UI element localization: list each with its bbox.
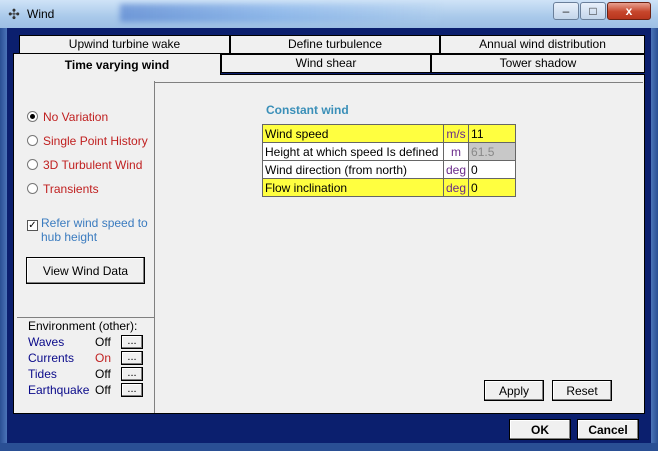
env-earthquake-label: Earthquake <box>28 383 90 397</box>
flow-inclination-input[interactable]: 0 <box>468 178 517 197</box>
refer-hub-height-checkbox[interactable]: ✓ <box>27 220 38 231</box>
wind-speed-label: Wind speed <box>262 124 444 143</box>
table-row: Height at which speed Is defined m 61.5 <box>262 142 517 161</box>
tab-tower-shadow[interactable]: Tower shadow <box>431 54 645 73</box>
apply-button[interactable]: Apply <box>484 380 544 401</box>
wind-speed-input[interactable]: 11 <box>468 124 517 143</box>
env-currents-button[interactable]: ... <box>121 351 143 365</box>
reset-button[interactable]: Reset <box>552 380 612 401</box>
radio-label: No Variation <box>43 110 109 124</box>
window-frame-left <box>0 28 7 451</box>
radio-single-point-history[interactable]: Single Point History <box>27 133 148 149</box>
minimize-button[interactable]: – <box>553 2 579 20</box>
refer-hub-height-label: Refer wind speed to hub height <box>41 216 148 244</box>
title-bar-background <box>120 4 440 22</box>
cancel-button[interactable]: Cancel <box>577 419 639 440</box>
ok-button[interactable]: OK <box>509 419 571 440</box>
radio-label: Single Point History <box>43 134 148 148</box>
radio-no-variation[interactable]: No Variation <box>27 109 108 125</box>
radio-icon[interactable] <box>27 159 38 170</box>
radio-label: Transients <box>43 182 99 196</box>
flow-inclination-unit: deg <box>442 178 470 197</box>
constant-wind-table: Wind speed m/s 11 Height at which speed … <box>262 124 517 197</box>
env-currents-value: On <box>95 351 112 365</box>
table-row: Wind direction (from north) deg 0 <box>262 160 517 179</box>
radio-icon[interactable] <box>27 183 38 194</box>
window-frame-right <box>651 28 658 451</box>
env-tides-label: Tides <box>28 367 57 381</box>
flow-inclination-label: Flow inclination <box>262 178 444 197</box>
close-button[interactable]: x <box>607 2 651 20</box>
reference-height-input: 61.5 <box>468 142 517 161</box>
wind-direction-unit: deg <box>442 160 470 179</box>
tab-annual-wind-distribution[interactable]: Annual wind distribution <box>440 35 645 54</box>
tab-define-turbulence[interactable]: Define turbulence <box>230 35 440 54</box>
radio-selected-icon[interactable] <box>27 111 38 122</box>
radio-transients[interactable]: Transients <box>27 181 99 197</box>
wind-direction-label: Wind direction (from north) <box>262 160 444 179</box>
env-earthquake-button[interactable]: ... <box>121 383 143 397</box>
reference-height-unit: m <box>442 142 470 161</box>
window-title: Wind <box>27 7 55 21</box>
window-frame-bottom <box>0 443 658 451</box>
radio-3d-turbulent-wind[interactable]: 3D Turbulent Wind <box>27 157 142 173</box>
radio-label: 3D Turbulent Wind <box>43 158 143 172</box>
reference-height-label: Height at which speed Is defined <box>262 142 444 161</box>
table-row: Wind speed m/s 11 <box>262 124 517 143</box>
env-waves-label: Waves <box>28 335 65 349</box>
view-wind-data-button[interactable]: View Wind Data <box>26 257 145 284</box>
tab-time-varying-wind[interactable]: Time varying wind <box>13 53 221 75</box>
table-row: Flow inclination deg 0 <box>262 178 517 197</box>
tab-upwind-turbine-wake[interactable]: Upwind turbine wake <box>19 35 230 54</box>
wind-turbine-icon: ✣ <box>8 6 20 22</box>
tab-wind-shear[interactable]: Wind shear <box>221 54 431 73</box>
radio-icon[interactable] <box>27 135 38 146</box>
env-waves-value: Off <box>95 335 111 349</box>
maximize-button[interactable]: □ <box>580 2 606 20</box>
wind-speed-unit: m/s <box>442 124 470 143</box>
env-currents-label: Currents <box>28 351 75 365</box>
env-waves-button[interactable]: ... <box>121 335 143 349</box>
env-tides-button[interactable]: ... <box>121 367 143 381</box>
wind-direction-input[interactable]: 0 <box>468 160 517 179</box>
environment-title: Environment (other): <box>28 319 138 333</box>
constant-wind-title: Constant wind <box>266 103 349 117</box>
env-earthquake-value: Off <box>95 383 111 397</box>
env-tides-value: Off <box>95 367 111 381</box>
